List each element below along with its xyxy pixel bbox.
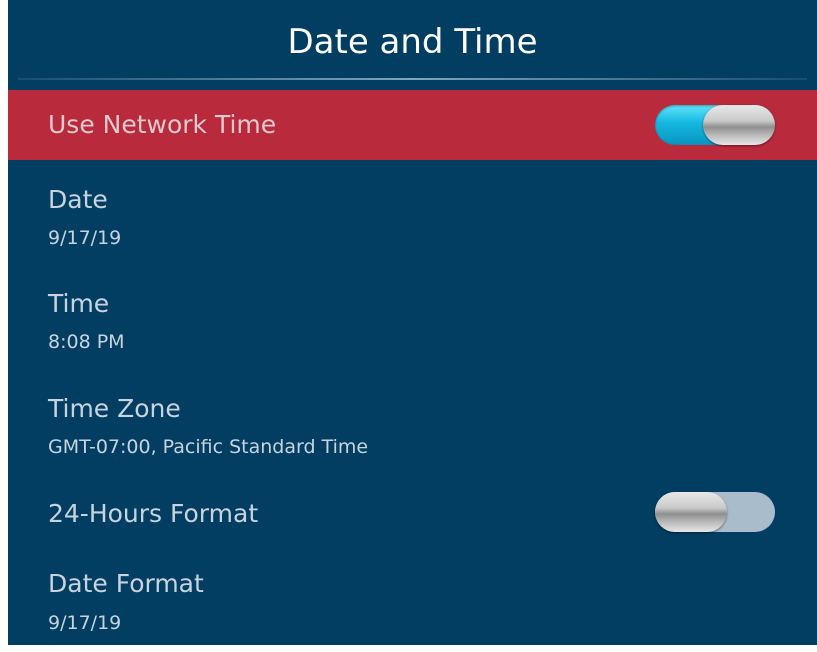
- date-time-settings-panel: Date and Time Use Network Time Date 9/17…: [8, 0, 817, 645]
- date-value: 9/17/19: [48, 227, 122, 249]
- 24-hours-format-label: 24-Hours Format: [48, 499, 259, 528]
- date-format-value: 9/17/19: [48, 612, 122, 634]
- date-label: Date: [48, 185, 108, 214]
- toggle-knob: [655, 492, 727, 532]
- page-title: Date and Time: [287, 22, 538, 62]
- setting-date-format[interactable]: Date Format 9/17/19: [8, 560, 817, 645]
- setting-time-zone[interactable]: Time Zone GMT-07:00, Pacific Standard Ti…: [8, 380, 817, 480]
- toggle-knob: [703, 105, 775, 145]
- setting-time[interactable]: Time 8:08 PM: [8, 275, 817, 375]
- time-zone-value: GMT-07:00, Pacific Standard Time: [48, 436, 369, 458]
- time-value: 8:08 PM: [48, 331, 125, 353]
- header-divider: [18, 78, 807, 80]
- setting-24-hours-format[interactable]: 24-Hours Format: [8, 480, 817, 552]
- time-zone-label: Time Zone: [48, 394, 181, 423]
- setting-use-network-time[interactable]: Use Network Time: [8, 90, 817, 160]
- header: Date and Time: [8, 0, 817, 80]
- use-network-time-toggle[interactable]: [655, 105, 775, 145]
- 24-hours-format-toggle[interactable]: [655, 492, 775, 532]
- setting-date[interactable]: Date 9/17/19: [8, 170, 817, 270]
- time-label: Time: [48, 289, 110, 318]
- date-format-label: Date Format: [48, 569, 204, 598]
- use-network-time-label: Use Network Time: [48, 110, 277, 139]
